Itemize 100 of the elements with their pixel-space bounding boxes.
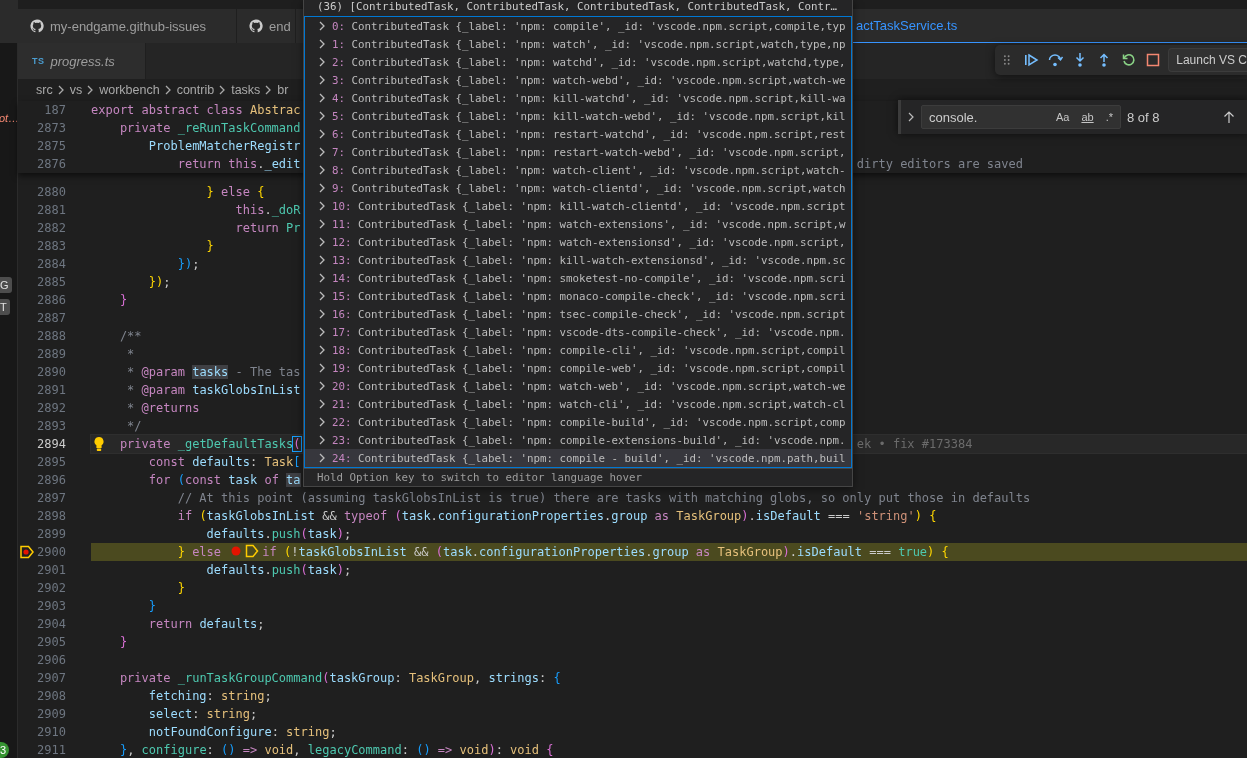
- tree-row[interactable]: 15: ContributedTask {_label: 'npm: monaco-compile-check', _id: 'vscode.npm.scri: [305, 287, 851, 305]
- chevron-icon: [318, 434, 326, 446]
- line-number: 2905: [36, 634, 66, 651]
- breadcrumb-item[interactable]: br: [276, 83, 290, 97]
- chevron-icon: [907, 111, 915, 123]
- tree-row[interactable]: 17: ContributedTask {_label: 'npm: vscode-dts-compile-check', _id: 'vscode.npm.: [305, 323, 851, 341]
- tree-row[interactable]: 22: ContributedTask {_label: 'npm: compile-build', _id: 'vscode.npm.script,comp: [305, 413, 851, 431]
- code-text: });: [147, 275, 171, 289]
- chevron-icon: [163, 84, 172, 96]
- breadcrumb-item[interactable]: tasks: [230, 83, 262, 97]
- chevron-icon: [218, 84, 227, 96]
- chevron-icon: [318, 272, 326, 284]
- option-toggle[interactable]: ab: [1078, 109, 1097, 125]
- tree-item-label: 12: ContributedTask {_label: 'npm: watch-extensionsd', _id: 'vscode.npm.script,: [332, 235, 846, 249]
- stack-frame-icon: [245, 544, 260, 558]
- code-text: *: [126, 347, 135, 361]
- tree-item-label: 14: ContributedTask {_label: 'npm: smoketest-no-compile', _id: 'vscode.npm.scri: [332, 271, 846, 285]
- chevron-icon: [318, 182, 326, 194]
- line-number: 2873: [36, 120, 66, 137]
- line-number: 2876: [36, 156, 66, 173]
- step-over-icon: [1047, 52, 1064, 68]
- tree-item-label: 24: ContributedTask {_label: 'npm: compile - build', _id: 'vscode.npm.path,buil: [332, 451, 846, 465]
- count-badge: 3: [0, 742, 10, 758]
- continue-icon: [1022, 52, 1039, 68]
- configuration-dropdown[interactable]: Launch VS C: [1168, 48, 1247, 72]
- tree-row[interactable]: 11: ContributedTask {_label: 'npm: watch-extensions', _id: 'vscode.npm.script,w: [305, 215, 851, 233]
- line-number: 2885: [36, 274, 66, 291]
- code-text: defaults.push(task);: [205, 527, 352, 541]
- line-number: 2897: [36, 490, 66, 507]
- tree-item-label: 20: ContributedTask {_label: 'npm: watch-web', _id: 'vscode.npm.script,watch-we: [332, 379, 846, 393]
- tree-item-label: 16: ContributedTask {_label: 'npm: tsec-compile-check', _id: 'vscode.npm.script: [332, 307, 846, 321]
- blame-annotation: ek • fix #173384: [856, 437, 973, 451]
- tree-row[interactable]: 24: ContributedTask {_label: 'npm: compile - build', _id: 'vscode.npm.path,buil: [305, 449, 851, 467]
- restart-icon: [1120, 52, 1137, 68]
- breadcrumb-item[interactable]: src: [35, 83, 54, 97]
- code-text: private _reRunTaskCommand: [118, 121, 301, 135]
- chevron-icon: [318, 110, 326, 122]
- tree-item-label: 18: ContributedTask {_label: 'npm: compile-cli', _id: 'vscode.npm.script,compil: [332, 343, 846, 357]
- tree-row[interactable]: 23: ContributedTask {_label: 'npm: compile-extensions-build', _id: 'vscode.npm.: [305, 431, 851, 449]
- line-number: 2889: [36, 346, 66, 363]
- tree-row[interactable]: 18: ContributedTask {_label: 'npm: compile-cli', _id: 'vscode.npm.script,compil: [305, 341, 851, 359]
- chevron-icon: [318, 74, 326, 86]
- tree-row[interactable]: 4: ContributedTask {_label: 'npm: kill-watchd', _id: 'vscode.npm.script,kill-wa: [305, 89, 851, 107]
- tree-row[interactable]: 8: ContributedTask {_label: 'npm: watch-client', _id: 'vscode.npm.script,watch-: [305, 161, 851, 179]
- file-type-label: TS: [32, 56, 45, 66]
- code-text: return this._edit: [176, 157, 301, 171]
- chevron-icon: [56, 84, 65, 96]
- code-text: return defaults;: [147, 617, 265, 631]
- tree-row[interactable]: 7: ContributedTask {_label: 'npm: restart-watch-webd', _id: 'vscode.npm.script,: [305, 143, 851, 161]
- tree-row[interactable]: 5: ContributedTask {_label: 'npm: kill-watch-webd', _id: 'vscode.npm.script,kil: [305, 107, 851, 125]
- tree-row[interactable]: 3: ContributedTask {_label: 'npm: watch-webd', _id: 'vscode.npm.script,watch-we: [305, 71, 851, 89]
- tree-row[interactable]: 16: ContributedTask {_label: 'npm: tsec-compile-check', _id: 'vscode.npm.script: [305, 305, 851, 323]
- breadcrumb-item[interactable]: vs: [68, 83, 84, 97]
- chevron-icon: [318, 452, 326, 464]
- tree-row[interactable]: 19: ContributedTask {_label: 'npm: compile-web', _id: 'vscode.npm.script,compil: [305, 359, 851, 377]
- breadcrumb-item[interactable]: contrib: [175, 83, 216, 97]
- code-text: export abstract class Abstrac: [91, 103, 301, 117]
- line-number: 2902: [36, 580, 66, 597]
- tree-item-label: 21: ContributedTask {_label: 'npm: watch-cli', _id: 'vscode.npm.script,watch-cl: [332, 397, 846, 411]
- line-number: 2880: [36, 184, 66, 201]
- chevron-icon: [318, 200, 326, 212]
- tree-row[interactable]: 21: ContributedTask {_label: 'npm: watch-cli', _id: 'vscode.npm.script,watch-cl: [305, 395, 851, 413]
- line-number: 2898: [36, 508, 66, 525]
- tree-row[interactable]: 2: ContributedTask {_label: 'npm: watchd', _id: 'vscode.npm.script,watchd,type,: [305, 53, 851, 71]
- tree-row[interactable]: 10: ContributedTask {_label: 'npm: kill-watch-clientd', _id: 'vscode.npm.script: [305, 197, 851, 215]
- tree-row[interactable]: 0: ContributedTask {_label: 'npm: compile', _id: 'vscode.npm.script,compile,typ: [305, 17, 851, 35]
- tree-item-label: 9: ContributedTask {_label: 'npm: watch-clientd', _id: 'vscode.npm.script,watch: [332, 181, 846, 195]
- tree-row[interactable]: 6: ContributedTask {_label: 'npm: restart-watchd', _id: 'vscode.npm.script,rest: [305, 125, 851, 143]
- code-text: dirty editors are saved: [856, 157, 1023, 171]
- tree-item-label: 13: ContributedTask {_label: 'npm: kill-watch-extensionsd', _id: 'vscode.npm.sc: [332, 253, 846, 267]
- tree-item-label: 5: ContributedTask {_label: 'npm: kill-watch-webd', _id: 'vscode.npm.script,kil: [332, 109, 846, 123]
- line-number: 2911: [36, 742, 66, 758]
- tree-row[interactable]: 1: ContributedTask {_label: 'npm: watch', _id: 'vscode.npm.script,watch,type,np: [305, 35, 851, 53]
- code-text: }: [147, 599, 157, 613]
- line-number: 2910: [36, 724, 66, 741]
- line-number: 2886: [36, 292, 66, 309]
- chevron-icon: [318, 398, 326, 410]
- stop-icon: [1145, 52, 1161, 68]
- code-text: private _runTaskGroupCommand(taskGroup: TaskGroup, strings: {: [118, 671, 561, 685]
- option-toggle[interactable]: .*: [1102, 109, 1116, 125]
- line-number: 2888: [36, 328, 66, 345]
- tree-row[interactable]: 9: ContributedTask {_label: 'npm: watch-clientd', _id: 'vscode.npm.script,watch: [305, 179, 851, 197]
- drag-handle-icon: [1003, 53, 1011, 67]
- chevron-icon: [318, 380, 326, 392]
- tree-item-label: 19: ContributedTask {_label: 'npm: compile-web', _id: 'vscode.npm.script,compil: [332, 361, 846, 375]
- tree-row[interactable]: 12: ContributedTask {_label: 'npm: watch-extensionsd', _id: 'vscode.npm.script,: [305, 233, 851, 251]
- find-field[interactable]: console. Aa ab .*: [921, 105, 1121, 129]
- tree-row[interactable]: 13: ContributedTask {_label: 'npm: kill-watch-extensionsd', _id: 'vscode.npm.sc: [305, 251, 851, 269]
- line-number: 2882: [36, 220, 66, 237]
- line-number: 2896: [36, 472, 66, 489]
- breadcrumb-item[interactable]: workbench: [98, 83, 161, 97]
- tree-row[interactable]: 14: ContributedTask {_label: 'npm: smoketest-no-compile', _id: 'vscode.npm.scri: [305, 269, 851, 287]
- code-text: notFoundConfigure: string;: [147, 725, 337, 739]
- line-number: 2901: [36, 562, 66, 579]
- option-toggle[interactable]: Aa: [1052, 109, 1073, 125]
- tree-row[interactable]: 20: ContributedTask {_label: 'npm: watch-web', _id: 'vscode.npm.script,watch-we: [305, 377, 851, 395]
- chevron-icon: [318, 128, 326, 140]
- tree-item-label: 22: ContributedTask {_label: 'npm: compile-build', _id: 'vscode.npm.script,comp: [332, 415, 846, 429]
- editor-tab[interactable]: TS progress.ts: [18, 43, 146, 79]
- code-text: defaults.push(task);: [205, 563, 352, 577]
